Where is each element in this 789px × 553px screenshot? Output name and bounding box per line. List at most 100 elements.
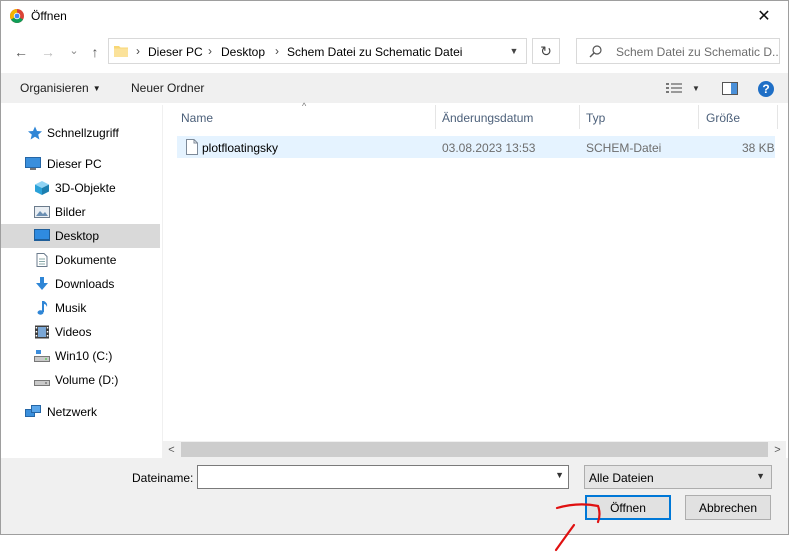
breadcrumb-separator: › [208, 44, 212, 58]
file-row[interactable]: plotfloatingsky 03.08.2023 13:53 SCHEM-D… [177, 136, 775, 158]
up-arrow-icon: ↑ [91, 44, 99, 60]
sidebar-item-3d-objects[interactable]: 3D-Objekte [1, 176, 160, 200]
sidebar-item-drive-c[interactable]: Win10 (C:) [1, 344, 160, 368]
filename-label: Dateiname: [132, 471, 194, 485]
up-button[interactable]: ↑ [86, 43, 104, 61]
sidebar-item-label: Dieser PC [47, 157, 102, 171]
search-placeholder: Schem Datei zu Schematic D... [616, 45, 778, 59]
filename-input[interactable]: ▼ [197, 465, 569, 489]
breadcrumb-dieser-pc[interactable]: Dieser PC [148, 45, 203, 59]
red-annotation-mark [554, 503, 601, 552]
sidebar-item-quick-access[interactable]: Schnellzugriff [1, 121, 160, 145]
column-header-size[interactable]: Größe [706, 111, 740, 125]
back-button[interactable]: ← [12, 43, 30, 61]
column-header-date[interactable]: Änderungsdatum [442, 111, 533, 125]
column-header-name[interactable]: Name [181, 111, 213, 125]
help-icon: ? [762, 82, 770, 96]
sidebar-item-label: Netzwerk [47, 405, 98, 419]
sidebar-item-label: 3D-Objekte [55, 181, 116, 195]
horizontal-scrollbar[interactable]: < > [163, 441, 786, 458]
cancel-button[interactable]: Abbrechen [685, 495, 771, 520]
sidebar-item-pictures[interactable]: Bilder [1, 200, 160, 224]
sidebar-item-downloads[interactable]: Downloads [1, 272, 160, 296]
drive-icon [34, 380, 50, 386]
column-separator[interactable] [579, 105, 580, 129]
chevron-down-icon: ▼ [756, 471, 765, 481]
column-separator[interactable] [435, 105, 436, 129]
file-size: 38 KB [742, 141, 775, 155]
window-title: Öffnen [31, 9, 67, 23]
video-icon [35, 325, 49, 339]
preview-pane-button[interactable] [722, 80, 738, 96]
sidebar-item-music[interactable]: Musik [1, 296, 160, 320]
file-list: ^ Name Änderungsdatum Typ Größe plotfloa… [163, 101, 786, 441]
organize-label: Organisieren [20, 81, 89, 95]
file-name: plotfloatingsky [202, 141, 279, 155]
star-icon [28, 126, 42, 140]
breadcrumb-separator: › [275, 44, 279, 58]
navigation-pane: Schnellzugriff Dieser PC 3D-Objekte Bild… [1, 105, 160, 458]
chevron-down-icon: ▼ [92, 84, 101, 93]
column-header-type[interactable]: Typ [586, 111, 605, 125]
search-box[interactable]: Schem Datei zu Schematic D... [576, 38, 780, 64]
change-view-button[interactable]: ▼ [666, 80, 700, 96]
network-icon [25, 405, 41, 417]
organize-button[interactable]: Organisieren ▼ [20, 81, 101, 95]
sidebar-item-videos[interactable]: Videos [1, 320, 160, 344]
chevron-right-icon: > [774, 443, 781, 456]
sidebar-item-desktop[interactable]: Desktop [1, 224, 160, 248]
file-date: 03.08.2023 13:53 [442, 141, 536, 155]
scrollbar-thumb[interactable] [181, 442, 768, 457]
close-icon: ✕ [757, 8, 771, 25]
details-view-icon [666, 83, 682, 93]
preview-pane-icon [722, 81, 738, 95]
file-icon [186, 139, 198, 155]
refresh-icon: ↻ [540, 42, 552, 59]
music-icon [37, 301, 48, 315]
address-bar[interactable]: › Dieser PC › Desktop › Schem Datei zu S… [108, 38, 527, 64]
computer-icon [25, 157, 41, 170]
breadcrumb-current-folder[interactable]: Schem Datei zu Schematic Datei [287, 45, 462, 59]
sidebar-item-label: Schnellzugriff [47, 126, 119, 140]
sidebar-item-drive-d[interactable]: Volume (D:) [1, 368, 160, 392]
sidebar-item-label: Bilder [55, 205, 86, 219]
address-dropdown-button[interactable]: ▼ [501, 38, 527, 64]
back-arrow-icon: ← [14, 44, 28, 60]
file-type: SCHEM-Datei [586, 141, 662, 155]
document-icon [36, 253, 48, 267]
sidebar-item-this-pc[interactable]: Dieser PC [1, 152, 160, 176]
drive-icon [34, 350, 50, 362]
chevron-down-icon[interactable]: ▼ [555, 470, 564, 480]
column-separator[interactable] [777, 105, 778, 129]
sidebar-item-label: Desktop [55, 229, 100, 243]
breadcrumb-separator: › [136, 44, 140, 58]
chevron-down-icon: ⌄ [69, 44, 79, 57]
scroll-left-button[interactable]: < [163, 441, 180, 458]
download-icon [36, 277, 48, 290]
file-type-filter[interactable]: Alle Dateien ▼ [584, 465, 772, 489]
filter-value: Alle Dateien [589, 471, 654, 485]
refresh-button[interactable]: ↻ [532, 38, 560, 64]
recent-locations-button[interactable]: ⌄ [65, 41, 83, 59]
breadcrumb-desktop[interactable]: Desktop [221, 45, 265, 59]
new-folder-button[interactable]: Neuer Ordner [131, 81, 204, 95]
folder-icon [114, 46, 128, 57]
sidebar-item-label: Downloads [55, 277, 115, 291]
pictures-icon [34, 206, 50, 218]
search-icon [589, 45, 602, 58]
close-button[interactable]: ✕ [742, 1, 786, 31]
column-separator[interactable] [698, 105, 699, 129]
scroll-right-button[interactable]: > [769, 441, 786, 458]
desktop-icon [34, 229, 50, 241]
chrome-icon [10, 9, 24, 23]
chevron-left-icon: < [168, 443, 175, 456]
chevron-down-icon: ▼ [509, 46, 519, 56]
open-file-dialog: Öffnen ✕ ← → ⌄ ↑ › Dieser PC › Desktop ›… [0, 0, 789, 535]
forward-button[interactable]: → [39, 43, 57, 61]
help-button[interactable]: ? [758, 81, 774, 97]
sidebar-item-network[interactable]: Netzwerk [1, 400, 160, 424]
sidebar-item-documents[interactable]: Dokumente [1, 248, 160, 272]
cube-icon [35, 181, 49, 195]
forward-arrow-icon: → [41, 44, 55, 60]
chevron-down-icon: ▼ [692, 83, 700, 93]
